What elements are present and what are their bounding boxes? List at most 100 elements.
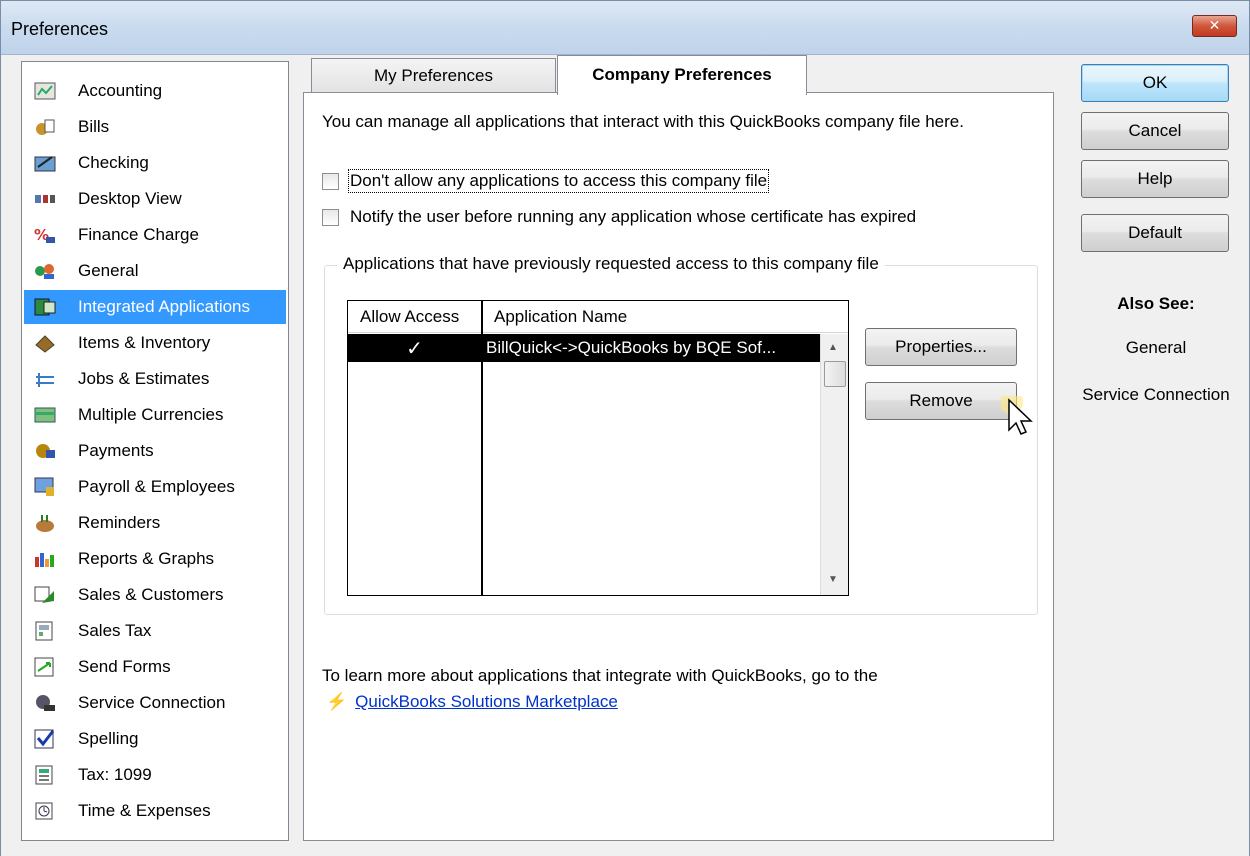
tab-label: My Preferences [373,66,494,85]
column-header-allow-access[interactable]: Allow Access [360,307,459,327]
payments-icon [34,441,56,461]
accounting-icon [34,81,56,101]
general-icon [34,261,56,281]
sidebar-item-label: Tax: 1099 [78,765,152,784]
sidebar-item-finance-charge[interactable]: % Finance Charge [24,218,286,252]
sidebar-item-sales-customers[interactable]: Sales & Customers [24,578,286,612]
sidebar-item-send-forms[interactable]: Send Forms [24,650,286,684]
sidebar-item-label: Multiple Currencies [78,405,224,424]
cancel-button-label: Cancel [1128,121,1182,140]
service-connection-icon [34,693,56,713]
dont-allow-access-checkbox-row[interactable]: Don't allow any applications to access t… [322,169,770,193]
also-see-title: Also See: [1117,294,1195,313]
list-scrollbar[interactable]: ▲ ▼ [820,334,848,595]
scroll-thumb[interactable] [824,361,846,387]
sidebar-item-desktop-view[interactable]: Desktop View [24,182,286,216]
also-see-link-service-connection[interactable]: Service Connection [1081,384,1231,406]
sidebar-item-label: Integrated Applications [78,297,251,316]
cancel-button[interactable]: Cancel [1081,112,1229,150]
mouse-pointer-icon [999,390,1041,456]
time-expenses-icon [34,801,56,821]
integrated-applications-icon [34,297,56,317]
sidebar-item-label: General [78,261,139,280]
company-preferences-panel: You can manage all applications that int… [303,92,1054,841]
close-icon: ✕ [1208,18,1221,34]
bills-icon [34,117,56,137]
preferences-category-list[interactable]: Accounting Bills Checking Desktop View %… [21,61,289,841]
sidebar-item-accounting[interactable]: Accounting [24,74,286,108]
sidebar-item-payments[interactable]: Payments [24,434,286,468]
default-button[interactable]: Default [1081,214,1229,252]
ok-button-label: OK [1142,73,1168,92]
dont-allow-access-label[interactable]: Don't allow any applications to access t… [347,169,770,193]
lightning-bolt-icon: ⚡ [326,692,348,711]
notify-expired-certificate-checkbox-row[interactable]: Notify the user before running any appli… [322,207,916,227]
preferences-window: Preferences ✕ Accounting Bills Checking … [0,0,1250,856]
dialog-client: Accounting Bills Checking Desktop View %… [1,55,1249,856]
payroll-employees-icon [34,477,56,497]
sidebar-item-integrated-applications[interactable]: Integrated Applications [24,290,286,324]
sales-customers-icon [34,585,56,605]
sidebar-item-service-connection[interactable]: Service Connection [24,686,286,720]
applications-group-title: Applications that have previously reques… [337,254,885,274]
remove-button-label: Remove [909,391,973,410]
close-button[interactable]: ✕ [1192,15,1237,37]
sidebar-item-label: Desktop View [78,189,182,208]
help-button[interactable]: Help [1081,160,1229,198]
applications-groupbox: Applications that have previously reques… [324,254,1038,615]
send-forms-icon [34,657,56,677]
spelling-icon [34,729,56,749]
sidebar-item-label: Sales & Customers [78,585,224,604]
sidebar-item-sales-tax[interactable]: Sales Tax [24,614,286,648]
scroll-down-icon[interactable]: ▼ [828,574,838,585]
sidebar-item-label: Bills [78,117,110,136]
panel-description: You can manage all applications that int… [322,112,964,131]
table-row[interactable]: ✓ BillQuick<->QuickBooks by BQE Sof... [348,334,820,362]
default-button-label: Default [1128,223,1182,242]
sidebar-item-label: Reminders [78,513,161,532]
sidebar-item-label: Send Forms [78,657,171,676]
sidebar-item-label: Payments [78,441,154,460]
sidebar-item-label: Spelling [78,729,139,748]
sidebar-item-general[interactable]: General [24,254,286,288]
checking-icon [34,153,56,173]
sidebar-item-label: Time & Expenses [78,801,211,820]
scroll-up-icon[interactable]: ▲ [828,342,838,353]
sidebar-item-multiple-currencies[interactable]: Multiple Currencies [24,398,286,432]
jobs-estimates-icon [34,369,56,389]
sidebar-item-label: Jobs & Estimates [78,369,210,388]
properties-button[interactable]: Properties... [865,328,1017,366]
sidebar-item-items-inventory[interactable]: Items & Inventory [24,326,286,360]
marketplace-link[interactable]: QuickBooks Solutions Marketplace [355,692,618,711]
tab-my-preferences[interactable]: My Preferences [311,58,556,94]
tab-label: Company Preferences [592,65,772,84]
sidebar-item-time-expenses[interactable]: Time & Expenses [24,794,286,828]
sidebar-item-tax-1099[interactable]: Tax: 1099 [24,758,286,792]
reports-graphs-icon [34,549,56,569]
sidebar-item-label: Service Connection [78,693,226,712]
sidebar-item-bills[interactable]: Bills [24,110,286,144]
sidebar-item-jobs-estimates[interactable]: Jobs & Estimates [24,362,286,396]
sales-tax-icon [34,621,56,641]
tab-company-preferences[interactable]: Company Preferences [557,55,807,95]
title-bar[interactable]: Preferences ✕ [1,1,1249,55]
learn-more-text: To learn more about applications that in… [322,666,878,685]
finance-charge-icon: % [34,225,56,245]
column-header-application-name[interactable]: Application Name [494,307,627,327]
sidebar-item-spelling[interactable]: Spelling [24,722,286,756]
also-see-link-general[interactable]: General [1081,338,1231,358]
sidebar-item-label: Checking [78,153,149,172]
sidebar-item-checking[interactable]: Checking [24,146,286,180]
sidebar-item-payroll-employees[interactable]: Payroll & Employees [24,470,286,504]
notify-expired-certificate-label[interactable]: Notify the user before running any appli… [350,207,916,227]
ok-button[interactable]: OK [1081,64,1229,102]
applications-list[interactable]: Allow Access Application Name ✓ BillQuic… [347,300,849,596]
remove-button[interactable]: Remove [865,382,1017,420]
sidebar-item-label: Payroll & Employees [78,477,235,496]
dont-allow-access-checkbox[interactable] [322,172,339,190]
notify-expired-certificate-checkbox[interactable] [322,208,339,226]
sidebar-item-reports-graphs[interactable]: Reports & Graphs [24,542,286,576]
allow-access-check-icon[interactable]: ✓ [348,336,481,361]
application-name-cell: BillQuick<->QuickBooks by BQE Sof... [486,338,777,357]
sidebar-item-reminders[interactable]: Reminders [24,506,286,540]
